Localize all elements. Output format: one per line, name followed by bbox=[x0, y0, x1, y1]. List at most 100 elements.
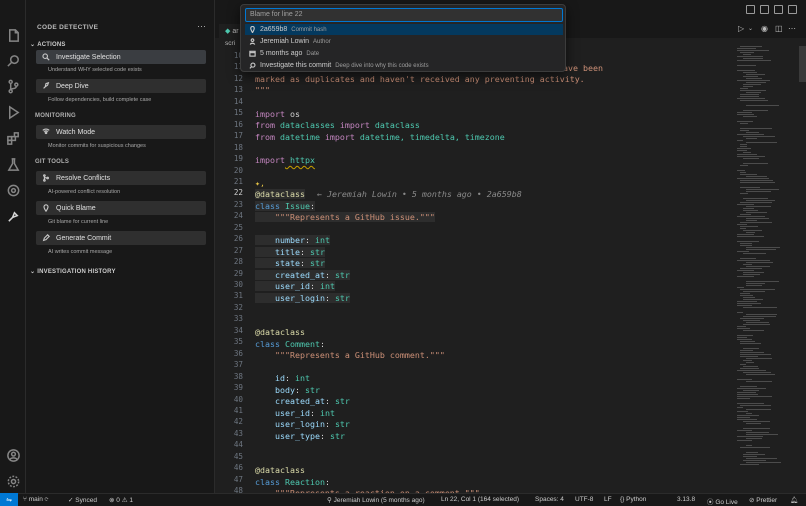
encoding[interactable]: UTF-8 bbox=[575, 496, 593, 503]
chevron-down-icon[interactable]: ⌄ bbox=[748, 25, 753, 32]
pin-icon bbox=[43, 204, 49, 212]
minimap-line bbox=[746, 200, 775, 201]
code-detective-icon[interactable] bbox=[4, 207, 22, 225]
code-line-16[interactable]: from dataclasses import dataclass bbox=[255, 120, 420, 130]
scrollbar-thumb[interactable] bbox=[799, 46, 806, 82]
button-label: Deep Dive bbox=[56, 82, 89, 90]
minimap-line bbox=[740, 174, 757, 175]
layout-icon[interactable] bbox=[746, 5, 755, 14]
code-text: : bbox=[284, 373, 295, 383]
git-blame-status[interactable]: ⚲ Jeremiah Lowin (5 months ago) bbox=[327, 496, 425, 504]
toggle-sidebar-icon[interactable] bbox=[760, 5, 769, 14]
indentation[interactable]: Spaces: 4 bbox=[535, 496, 564, 503]
run-debug-icon[interactable] bbox=[4, 103, 22, 121]
section-investigation-history[interactable]: ⌄ INVESTIGATION HISTORY bbox=[30, 268, 116, 276]
quick-pick-item-investigate[interactable]: Investigate this commit Deep dive into w… bbox=[245, 60, 563, 71]
code-line-17[interactable]: from datetime import datetime, timedelta… bbox=[255, 132, 505, 142]
more-actions-icon[interactable]: ⋯ bbox=[788, 24, 796, 33]
resolve-conflicts-button[interactable]: Resolve Conflicts bbox=[36, 171, 206, 185]
inline-blame[interactable]: ← Jeremiah Lowin • 5 months ago • 2a659b… bbox=[317, 189, 522, 199]
code-line-31[interactable]: user_login: str bbox=[255, 293, 350, 303]
minimap[interactable] bbox=[737, 46, 799, 476]
code-line-42[interactable]: user_login: str bbox=[255, 419, 350, 429]
gear-icon[interactable] bbox=[4, 472, 22, 490]
code-line-38[interactable]: id: int bbox=[255, 373, 310, 383]
section-history-label: INVESTIGATION HISTORY bbox=[37, 268, 116, 275]
keyword: from bbox=[255, 132, 275, 142]
code-line-47[interactable]: class Reaction: bbox=[255, 477, 330, 487]
code-line-23[interactable]: class Issue: bbox=[255, 201, 315, 211]
split-editor-icon[interactable]: ◫ bbox=[775, 24, 783, 33]
line-number: 12 bbox=[233, 73, 243, 83]
minimap-line bbox=[746, 176, 767, 177]
quick-pick-item-date[interactable]: 5 months ago Date bbox=[245, 48, 563, 59]
search-icon[interactable] bbox=[4, 51, 22, 69]
minimap-line bbox=[740, 228, 746, 229]
blame-text: Jeremiah Lowin (5 months ago) bbox=[333, 497, 425, 504]
language-mode[interactable]: {} Python bbox=[620, 496, 646, 503]
remote-indicator-icon[interactable]: ⇋ bbox=[0, 493, 18, 506]
code-text: : bbox=[319, 431, 330, 441]
code-line-28[interactable]: state: str bbox=[255, 258, 325, 268]
code-line-30[interactable]: user_id: int bbox=[255, 281, 335, 291]
cursor-position[interactable]: Ln 22, Col 1 (164 selected) bbox=[441, 496, 519, 503]
end-of-line[interactable]: LF bbox=[604, 496, 612, 503]
deep-dive-button[interactable]: Deep Dive bbox=[36, 79, 206, 93]
quick-pick-item-author[interactable]: Jeremiah Lowin Author bbox=[245, 36, 563, 47]
line-number: 47 bbox=[233, 474, 243, 484]
generate-commit-button[interactable]: Generate Commit bbox=[36, 231, 206, 245]
copilot-icon[interactable] bbox=[4, 181, 22, 199]
run-icon[interactable]: ▷ bbox=[738, 24, 744, 33]
minimap-line bbox=[737, 326, 746, 327]
item-description: Deep dive into why this code exists bbox=[335, 62, 429, 69]
code-line-39[interactable]: body: str bbox=[255, 385, 320, 395]
toggle-panel-icon[interactable] bbox=[774, 5, 783, 14]
explorer-icon[interactable] bbox=[4, 26, 22, 44]
code-line-36[interactable]: """Represents a GitHub comment.""" bbox=[255, 350, 445, 360]
minimap-line bbox=[743, 272, 764, 273]
investigate-selection-button[interactable]: Investigate Selection bbox=[36, 50, 206, 64]
go-live-button[interactable]: ⦿ Go Live bbox=[707, 496, 738, 506]
watch-mode-button[interactable]: Watch Mode bbox=[36, 125, 206, 139]
source-control-icon[interactable] bbox=[4, 77, 22, 95]
minimap-line bbox=[740, 352, 764, 353]
code-line-12[interactable]: marked as duplicates and haven't receive… bbox=[255, 74, 585, 84]
minimap-line bbox=[743, 54, 751, 55]
code-line-22[interactable]: @dataclass ← Jeremiah Lowin • 5 months ag… bbox=[255, 189, 522, 199]
code-line-29[interactable]: created_at: str bbox=[255, 270, 350, 280]
python-version[interactable]: 3.13.8 bbox=[677, 496, 695, 503]
decorator: @dataclass bbox=[255, 189, 305, 199]
toggle-secondary-sidebar-icon[interactable] bbox=[788, 5, 797, 14]
code-line-40[interactable]: created_at: str bbox=[255, 396, 350, 406]
prettier-status[interactable]: ⊘ Prettier bbox=[749, 496, 777, 504]
bell-icon[interactable]: 🔔︎ bbox=[790, 496, 798, 504]
testing-icon[interactable] bbox=[4, 155, 22, 173]
code-line-19[interactable]: import httpx bbox=[255, 155, 315, 165]
copilot-icon[interactable]: ◉ bbox=[761, 24, 768, 33]
code-line-41[interactable]: user_id: int bbox=[255, 408, 335, 418]
minimap-line bbox=[737, 224, 747, 225]
quick-blame-button[interactable]: Quick Blame bbox=[36, 201, 206, 215]
quick-pick-input[interactable]: Blame for line 22 bbox=[245, 8, 563, 22]
code-line-13[interactable]: """ bbox=[255, 85, 270, 95]
branch-indicator[interactable]: ⑂ main ⟳ bbox=[23, 496, 49, 503]
section-actions[interactable]: ⌄ ACTIONS bbox=[30, 41, 66, 49]
minimap-line bbox=[743, 307, 777, 308]
more-actions-icon[interactable]: ··· bbox=[197, 21, 206, 31]
code-line-46[interactable]: @dataclass bbox=[255, 465, 305, 475]
minimap-line bbox=[746, 314, 777, 315]
problems-indicator[interactable]: ⊗ 0 ⚠ 1 bbox=[109, 496, 133, 504]
code-line-26[interactable]: number: int bbox=[255, 235, 330, 245]
code-line-35[interactable]: class Comment: bbox=[255, 339, 325, 349]
quick-pick-item-commit-hash[interactable]: 2a659b8 Commit hash bbox=[245, 24, 563, 35]
code-line-43[interactable]: user_type: str bbox=[255, 431, 345, 441]
code-action-icon[interactable]: ✦, bbox=[255, 178, 265, 188]
account-icon[interactable] bbox=[4, 446, 22, 464]
code-line-24[interactable]: """Represents a GitHub issue.""" bbox=[255, 212, 435, 222]
code-line-34[interactable]: @dataclass bbox=[255, 327, 305, 337]
sync-status[interactable]: ✓ Synced bbox=[68, 496, 97, 504]
code-line-27[interactable]: title: str bbox=[255, 247, 325, 257]
extensions-icon[interactable] bbox=[4, 129, 22, 147]
code-line-15[interactable]: import os bbox=[255, 109, 300, 119]
type-name: str bbox=[334, 270, 350, 280]
